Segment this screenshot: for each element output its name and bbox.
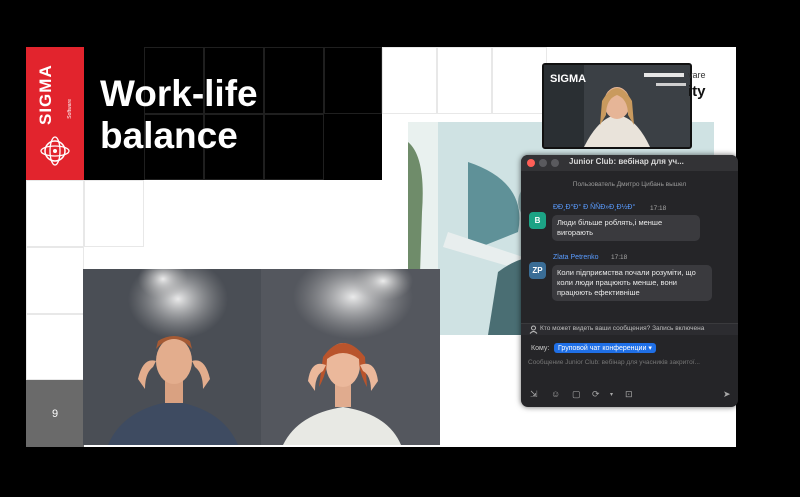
maximize-window-button[interactable] bbox=[551, 159, 559, 167]
emoji-icon[interactable]: ☺ bbox=[551, 389, 560, 399]
recipient-select-value: Груповой чат конференции bbox=[558, 345, 647, 352]
page-number-tab: 9 bbox=[26, 380, 84, 447]
grid-cell bbox=[26, 314, 84, 380]
more-icon[interactable]: ⟳ bbox=[592, 389, 600, 400]
title-grid-cell bbox=[264, 47, 324, 114]
chat-privacy-bar[interactable]: Кто может видеть ваши сообщения? Запись … bbox=[521, 323, 738, 335]
message-bubble: Люди більше роблять,і менше вигорають bbox=[552, 215, 700, 241]
participants-icon bbox=[529, 325, 538, 334]
grid-cell bbox=[492, 47, 547, 114]
message-bubble: Коли підприємства почали розуміти, що ко… bbox=[552, 265, 712, 301]
recipient-label: Кому: bbox=[531, 345, 550, 352]
stress-photo-art bbox=[83, 269, 440, 445]
slide-title: Work-life balance bbox=[100, 73, 258, 156]
message-time: 17:18 bbox=[611, 254, 628, 261]
send-icon[interactable]: ➤ bbox=[723, 389, 731, 400]
attach-file-icon[interactable]: ▢ bbox=[572, 389, 581, 400]
chat-title: Junior Club: вебінар для уч... bbox=[569, 157, 684, 166]
chat-toolbar: ⇲ ☺ ▢ ⟳ ▾ ⊡ ➤ bbox=[521, 388, 738, 402]
slide-partial-text: vare bbox=[688, 70, 706, 80]
message-sender: ÐÐ¸Ð°Ð° Ð ÑÑÐ»Ð¸Ð½Ð° bbox=[553, 204, 636, 211]
title-band: Work-life balance bbox=[84, 47, 382, 180]
share-screen-icon[interactable]: ⇲ bbox=[530, 389, 538, 400]
chevron-down-icon: ▾ bbox=[648, 345, 652, 352]
grid-cell bbox=[382, 47, 437, 114]
avatar: B bbox=[529, 212, 546, 229]
chat-privacy-text: Кто может видеть ваши сообщения? Запись … bbox=[540, 325, 705, 332]
message-sender: Zlata Petrenko bbox=[553, 254, 599, 261]
chat-system-notice: Пользователь Дмитро Цибань вышел bbox=[572, 181, 687, 188]
message-time: 17:18 bbox=[650, 205, 667, 212]
participant-video[interactable]: SIGMA bbox=[542, 63, 692, 149]
stress-photo bbox=[83, 269, 440, 445]
video-brand-logo: SIGMA bbox=[550, 73, 587, 85]
grid-cell bbox=[437, 47, 492, 114]
recipient-select[interactable]: Груповой чат конференции ▾ bbox=[554, 343, 656, 353]
page-number: 9 bbox=[51, 408, 59, 420]
grid-cell bbox=[84, 180, 144, 247]
chat-titlebar[interactable]: Junior Club: вебінар для уч... bbox=[521, 155, 738, 171]
title-grid-cell bbox=[324, 47, 382, 114]
close-window-button[interactable] bbox=[527, 159, 535, 167]
brand-logo-subtitle: Software bbox=[67, 99, 73, 119]
slide-partial-text: ity bbox=[688, 83, 706, 100]
chat-message-input[interactable] bbox=[528, 359, 733, 366]
screenshot-icon[interactable]: ⊡ bbox=[625, 389, 633, 400]
brand-band: SIGMA Software bbox=[26, 47, 84, 180]
grid-cell bbox=[26, 180, 84, 247]
chevron-down-icon[interactable]: ▾ bbox=[610, 391, 613, 398]
sigma-mark-icon bbox=[40, 136, 70, 166]
chat-window: Junior Club: вебінар для уч... Пользоват… bbox=[521, 155, 738, 407]
brand-logo: SIGMA bbox=[36, 64, 55, 126]
minimize-window-button[interactable] bbox=[539, 159, 547, 167]
avatar: ZP bbox=[529, 262, 546, 279]
grid-cell bbox=[26, 247, 84, 314]
title-grid-cell bbox=[264, 114, 324, 180]
